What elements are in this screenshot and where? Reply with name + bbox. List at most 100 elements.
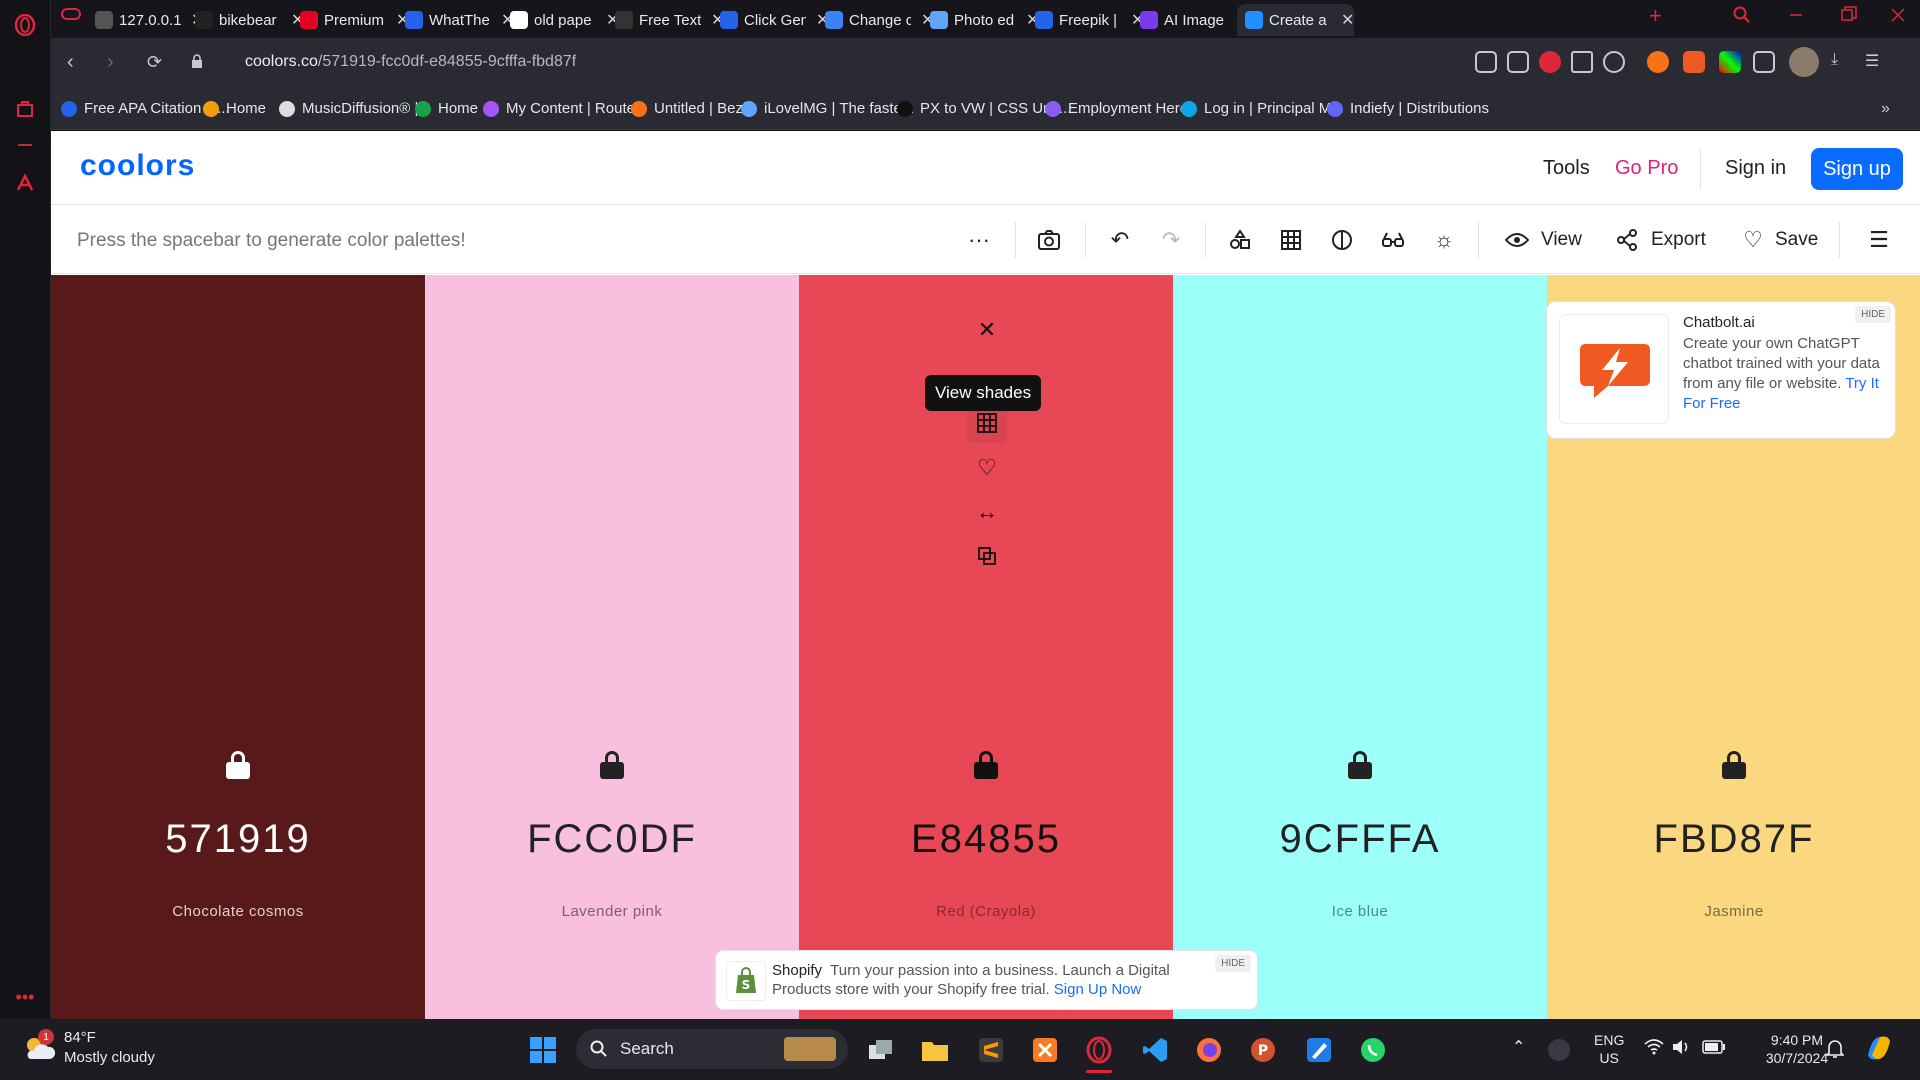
weather-temp[interactable]: 84°F [64, 1029, 96, 1047]
browser-tab[interactable]: Change c ✕ [817, 4, 934, 36]
heart-icon[interactable]: ♡ [1739, 226, 1767, 254]
lock-icon[interactable] [226, 751, 250, 779]
lock-icon[interactable] [1348, 751, 1372, 779]
sign-in-link[interactable]: Sign in [1725, 157, 1786, 180]
color-column[interactable]: 9CFFFA Ice blue [1173, 275, 1547, 1019]
forward-icon[interactable]: › [107, 51, 114, 74]
restore-icon[interactable] [1841, 6, 1857, 27]
redo-icon[interactable]: ↷ [1157, 226, 1185, 254]
bookmark-item[interactable]: My Content | Route... [483, 100, 647, 117]
copilot-icon[interactable] [1864, 1033, 1894, 1067]
color-column[interactable]: 571919 Chocolate cosmos [51, 275, 425, 1019]
lock-icon[interactable] [191, 54, 203, 73]
more-options-icon[interactable]: ··· [965, 226, 993, 254]
minimize-icon[interactable] [1789, 6, 1803, 27]
lock-icon[interactable] [974, 751, 998, 779]
firefox-icon[interactable] [1192, 1033, 1226, 1067]
hex-code[interactable]: 571919 [51, 817, 425, 862]
sublime-text-icon[interactable] [974, 1033, 1008, 1067]
hide-ad-button[interactable]: HIDE [1215, 955, 1251, 972]
close-icon[interactable]: ✕ [974, 317, 1000, 343]
shopify-ad[interactable]: S Shopify Turn your passion into a busin… [715, 950, 1258, 1010]
easy-setup-icon[interactable]: ☰ [1865, 51, 1887, 73]
undo-icon[interactable]: ↶ [1106, 226, 1134, 254]
powerpoint-icon[interactable]: P [1246, 1033, 1280, 1067]
sign-up-button[interactable]: Sign up [1811, 148, 1903, 190]
bookmark-item[interactable]: Indiefy | Distributions [1327, 100, 1489, 117]
steam-icon[interactable] [1548, 1039, 1570, 1061]
browser-tab[interactable]: Premium ✕ [292, 4, 409, 36]
share-icon[interactable] [1475, 51, 1497, 73]
lock-icon[interactable] [600, 751, 624, 779]
brightness-icon[interactable]: ☼ [1430, 226, 1458, 254]
bookmark-item[interactable]: iLovelMG | The faste... [741, 100, 914, 117]
bookmark-item[interactable]: Log in | Principal M... [1181, 100, 1344, 117]
heart-icon[interactable]: ♡ [974, 455, 1000, 481]
hide-ad-button[interactable]: HIDE [1855, 306, 1891, 323]
show-hidden-icons[interactable]: ⌃ [1512, 1039, 1525, 1057]
browser-tab[interactable]: Click Gen ✕ [712, 4, 829, 36]
color-column[interactable]: FCC0DF Lavender pink [425, 275, 799, 1019]
url-field[interactable]: coolors.co/571919-fcc0df-e84855-9cfffa-f… [245, 53, 576, 71]
send-icon[interactable] [1571, 51, 1593, 73]
task-view-icon[interactable] [864, 1033, 898, 1067]
hex-code[interactable]: E84855 [799, 817, 1173, 862]
save-button[interactable]: Save [1775, 229, 1818, 251]
file-explorer-icon[interactable] [918, 1033, 952, 1067]
drag-icon[interactable]: ↔ [974, 499, 1000, 525]
taskbar-search[interactable]: Search [576, 1029, 848, 1069]
camera-icon[interactable] [1035, 226, 1063, 254]
browser-tab[interactable]: WhatThe ✕ [397, 4, 514, 36]
bookmark-item[interactable]: MusicDiffusion® |... [279, 100, 431, 117]
browser-tab[interactable]: Create a ✕ [1237, 4, 1355, 36]
windows-start-icon[interactable] [526, 1033, 560, 1067]
shopping-bag-icon[interactable] [12, 96, 38, 122]
color-name[interactable]: Jasmine [1547, 903, 1920, 920]
bookmark-item[interactable]: Untitled | Bezi [631, 100, 746, 117]
browser-tab[interactable]: Freepik | ✕ [1027, 4, 1144, 36]
bookmark-item[interactable]: Employment Hero [1045, 100, 1188, 117]
browser-tab[interactable]: old pape ✕ [502, 4, 619, 36]
language-indicator[interactable]: ENG US [1594, 1031, 1624, 1067]
vscode-icon[interactable] [1138, 1033, 1172, 1067]
share-export-icon[interactable] [1613, 226, 1641, 254]
lock-icon[interactable] [1722, 751, 1746, 779]
export-button[interactable]: Export [1651, 229, 1706, 251]
copy-icon[interactable] [974, 543, 1000, 569]
paint-icon[interactable] [1302, 1033, 1336, 1067]
extension-icon[interactable] [1683, 51, 1705, 73]
back-icon[interactable]: ‹ [67, 51, 74, 74]
wifi-icon[interactable] [1644, 1039, 1664, 1059]
weather-desc[interactable]: Mostly cloudy [64, 1049, 155, 1067]
battery-icon[interactable] [1702, 1040, 1726, 1058]
snapshot-icon[interactable] [1507, 51, 1529, 73]
view-button[interactable]: View [1541, 229, 1582, 251]
contrast-icon[interactable] [1328, 226, 1356, 254]
hex-code[interactable]: FCC0DF [425, 817, 799, 862]
more-bookmarks-icon[interactable]: » [1881, 100, 1890, 118]
tools-link[interactable]: Tools [1543, 157, 1590, 180]
volume-icon[interactable] [1672, 1039, 1690, 1059]
color-name[interactable]: Lavender pink [425, 903, 799, 920]
eye-icon[interactable] [1503, 226, 1531, 254]
extensions-cube-icon[interactable] [1753, 51, 1775, 73]
color-picker-extension-icon[interactable] [1719, 51, 1741, 73]
opera-browser-icon[interactable] [1082, 1033, 1116, 1073]
hex-code[interactable]: 9CFFFA [1173, 817, 1547, 862]
bookmark-item[interactable]: Home [203, 100, 266, 117]
hamburger-menu-icon[interactable]: ☰ [1865, 226, 1893, 254]
color-name[interactable]: Chocolate cosmos [51, 903, 425, 920]
glasses-icon[interactable] [1379, 226, 1407, 254]
bookmark-item[interactable]: Home [415, 100, 478, 117]
browser-tab[interactable]: bikebear ✕ [187, 4, 304, 36]
extension-icon[interactable] [1647, 51, 1669, 73]
heart-bookmark-icon[interactable] [1603, 51, 1625, 73]
browser-tab[interactable]: Photo ed ✕ [922, 4, 1039, 36]
shapes-icon[interactable] [1226, 226, 1254, 254]
opera-logo-icon[interactable] [12, 12, 38, 38]
new-tab-icon[interactable]: + [1649, 3, 1662, 29]
browser-tab[interactable]: AI Image✕ [1132, 4, 1249, 36]
game-controller-icon[interactable] [61, 6, 81, 27]
go-pro-link[interactable]: Go Pro [1615, 157, 1678, 180]
whatsapp-icon[interactable] [1356, 1033, 1390, 1067]
